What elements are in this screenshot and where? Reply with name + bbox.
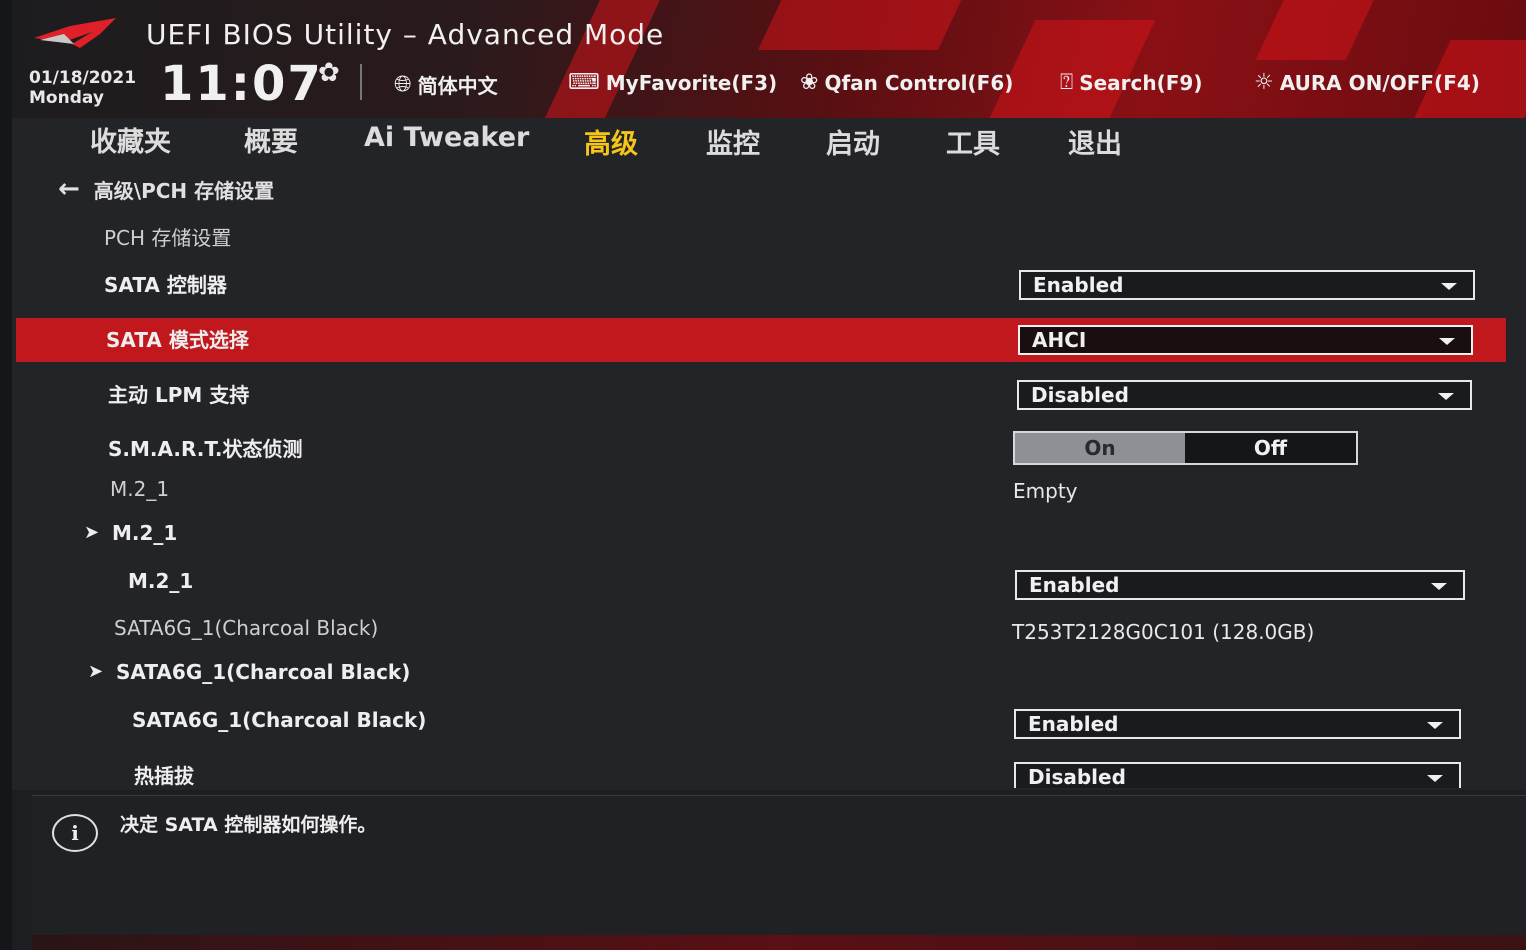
m2-info-label: M.2_1: [110, 477, 170, 501]
sata6g-port-value: Enabled: [1028, 712, 1119, 736]
breadcrumb[interactable]: ← 高级\PCH 存储设置: [58, 174, 274, 204]
tab-advanced[interactable]: 高级: [584, 122, 638, 164]
tab-favorites[interactable]: 收藏夹: [90, 120, 171, 159]
search-button[interactable]: ⍰ Search(F9): [1060, 70, 1202, 95]
m2-info-value: Empty: [1013, 479, 1078, 503]
chevron-down-icon: [1427, 775, 1443, 782]
sata6g-group-label[interactable]: SATA6G_1(Charcoal Black): [116, 660, 410, 684]
back-arrow-icon[interactable]: ←: [58, 174, 80, 204]
smart-on-option[interactable]: On: [1015, 433, 1185, 463]
breadcrumb-path: 高级\PCH 存储设置: [93, 178, 275, 203]
main-tabs: [12, 118, 1526, 161]
sata-controller-select[interactable]: Enabled: [1019, 270, 1475, 300]
settings-panel: [12, 160, 1526, 790]
aura-label: AURA ON/OFF(F4): [1279, 70, 1480, 95]
myfavorite-button[interactable]: ⌨ MyFavorite(F3): [568, 70, 777, 95]
sata-controller-label: SATA 控制器: [104, 273, 227, 297]
sata6g-info-value: T253T2128G0C101 (128.0GB): [1012, 620, 1315, 644]
help-text: 决定 SATA 控制器如何操作。: [120, 814, 377, 836]
decor-slash: [758, 0, 966, 50]
m2-port-value: Enabled: [1029, 573, 1120, 597]
date-text: 01/18/2021: [29, 68, 137, 88]
chevron-down-icon: [1439, 338, 1455, 345]
clock-display: 11:07: [160, 56, 323, 112]
m2-port-select[interactable]: Enabled: [1015, 570, 1465, 600]
myfavorite-label: MyFavorite(F3): [605, 70, 778, 95]
language-label: 简体中文: [417, 74, 498, 98]
sata-mode-select[interactable]: AHCI: [1018, 325, 1473, 355]
tab-monitor[interactable]: 监控: [706, 122, 760, 161]
bottom-decor: [32, 935, 1526, 950]
globe-icon: 🌐︎: [394, 72, 412, 97]
expand-chevron-icon[interactable]: ➤: [84, 522, 99, 543]
sata6g-port-label: SATA6G_1(Charcoal Black): [132, 708, 427, 732]
hotplug-value: Disabled: [1028, 765, 1126, 788]
expand-chevron-icon[interactable]: ➤: [88, 661, 103, 682]
tab-overview[interactable]: 概要: [244, 120, 298, 159]
sata-controller-value: Enabled: [1033, 273, 1124, 297]
tab-tool[interactable]: 工具: [946, 122, 1000, 161]
search-label: Search(F9): [1079, 70, 1203, 95]
qfan-button[interactable]: ❀ Qfan Control(F6): [800, 70, 1013, 95]
tab-exit[interactable]: 退出: [1068, 122, 1122, 161]
divider: [360, 64, 362, 100]
date-display: 01/18/2021 Monday: [29, 68, 136, 108]
smart-toggle[interactable]: On Off: [1013, 431, 1358, 465]
chevron-down-icon: [1441, 283, 1457, 290]
hotplug-label: 热插拔: [134, 764, 194, 788]
m2-port-label: M.2_1: [128, 569, 194, 593]
sata-mode-value: AHCI: [1032, 328, 1087, 352]
lpm-value: Disabled: [1031, 383, 1129, 407]
tab-ai-tweaker[interactable]: Ai Tweaker: [364, 122, 529, 153]
aura-button[interactable]: ☼ AURA ON/OFF(F4): [1254, 70, 1480, 95]
day-text: Monday: [29, 88, 104, 108]
tab-boot[interactable]: 启动: [826, 122, 880, 161]
decor-slash: [1255, 0, 1379, 60]
qfan-label: Qfan Control(F6): [824, 70, 1014, 95]
section-title: PCH 存储设置: [104, 226, 232, 250]
hotplug-select[interactable]: Disabled: [1014, 762, 1461, 788]
info-icon: i: [52, 814, 98, 852]
smart-off-option[interactable]: Off: [1185, 433, 1356, 463]
chevron-down-icon: [1427, 722, 1443, 729]
keyboard-icon: ⌨: [568, 70, 600, 95]
search-help-icon: ⍰: [1060, 70, 1074, 95]
chevron-down-icon: [1431, 583, 1447, 590]
decor-slash: [988, 20, 1156, 118]
smart-label: S.M.A.R.T.状态侦测: [108, 437, 303, 461]
m2-group-label[interactable]: M.2_1: [112, 521, 177, 545]
language-button[interactable]: 🌐︎ 简体中文: [394, 70, 498, 99]
fan-icon: ❀: [800, 70, 819, 95]
aura-icon: ☼: [1254, 70, 1274, 95]
sata6g-port-select[interactable]: Enabled: [1014, 709, 1461, 739]
app-title: UEFI BIOS Utility – Advanced Mode: [146, 18, 665, 51]
rog-logo-icon: [34, 18, 116, 48]
sata-mode-label: SATA 模式选择: [106, 328, 249, 352]
lpm-label: 主动 LPM 支持: [108, 383, 250, 407]
lpm-select[interactable]: Disabled: [1017, 380, 1472, 410]
gear-icon[interactable]: ✿: [318, 58, 340, 88]
chevron-down-icon: [1438, 393, 1454, 400]
sata6g-info-label: SATA6G_1(Charcoal Black): [114, 616, 379, 640]
